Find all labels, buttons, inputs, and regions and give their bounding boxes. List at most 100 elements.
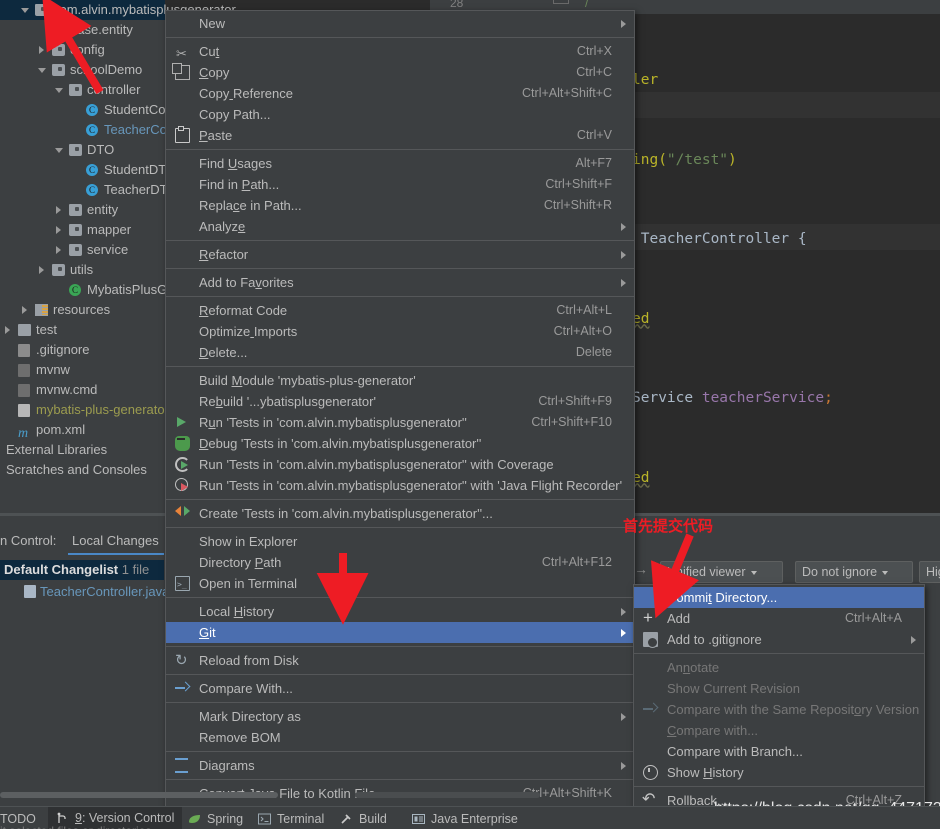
chevron-down-icon[interactable] [38, 68, 46, 73]
menu-item-directory-path[interactable]: Directory Path Ctrl+Alt+F12 [166, 552, 634, 573]
viewer-mode-dropdown[interactable]: Unified viewer [660, 561, 783, 583]
tree-node[interactable]: C TeacherDTO [0, 180, 177, 200]
chevron-right-icon[interactable] [56, 226, 61, 234]
menu-item-remove-bom[interactable]: Remove BOM [166, 727, 634, 748]
tool-window-button-terminal[interactable]: Terminal [258, 810, 324, 828]
tree-node[interactable]: mapper [0, 220, 165, 240]
project-tool-window[interactable]: com.alvin.mybatisplusgenerator base.entit… [0, 0, 279, 513]
menu-item-build-module-mybatis-plus-generator[interactable]: Build Module 'mybatis-plus-generator' [166, 370, 634, 391]
menu-item-local-history[interactable]: Local History [166, 601, 634, 622]
menu-item-compare-with[interactable]: Compare With... [166, 678, 634, 699]
tree-node[interactable]: C TeacherController [0, 120, 207, 140]
menu-item-run-tests-in-com-alvin-mybatisplusgenera[interactable]: Run 'Tests in 'com.alvin.mybatisplusgene… [166, 454, 634, 475]
menu-item-show-history[interactable]: Show History [634, 762, 924, 783]
chevron-down-icon[interactable] [21, 8, 29, 13]
menu-item-copy[interactable]: Copy Ctrl+C [166, 62, 634, 83]
chevron-down-icon[interactable] [55, 148, 63, 153]
menu-item-run-tests-in-com-alvin-mybatisplusgenera[interactable]: Run 'Tests in 'com.alvin.mybatisplusgene… [166, 475, 634, 496]
tree-node[interactable]: CMybatisPlusGeneratorApplication [0, 280, 279, 300]
brace-matcher-icon [553, 0, 569, 4]
menu-item-git[interactable]: Git [166, 622, 634, 643]
menu-item-reformat-code[interactable]: Reformat Code Ctrl+Alt+L [166, 300, 634, 321]
tree-node[interactable]: mvnw [0, 360, 165, 380]
project-context-menu[interactable]: New Cut Ctrl+X Copy Ctrl+C Copy Reference Ctrl… [165, 10, 635, 829]
submenu-arrow-icon [911, 636, 916, 644]
tree-node[interactable]: schoolDemo [0, 60, 165, 80]
menu-item-commit-directory[interactable]: Commit Directory... [634, 587, 924, 608]
menu-item-paste[interactable]: Paste Ctrl+V [166, 125, 634, 146]
tab-local-changes[interactable]: Local Changes [72, 533, 159, 548]
menu-item-optimize-imports[interactable]: Optimize Imports Ctrl+Alt+O [166, 321, 634, 342]
tree-node[interactable]: resources [0, 300, 165, 320]
tree-node[interactable]: controller [0, 80, 165, 100]
menu-item-compare-with-branch[interactable]: Compare with Branch... [634, 741, 924, 762]
tree-node[interactable]: C StudentController [0, 100, 205, 120]
changelist-row[interactable]: Default Changelist 1 file [0, 560, 164, 580]
menu-item-label: New [199, 16, 226, 31]
ignore-mode-dropdown[interactable]: Do not ignore [795, 561, 913, 583]
horizontal-scrollbar-track[interactable] [355, 792, 540, 798]
tool-window-button-java-enterprise[interactable]: Java Enterprise [412, 810, 518, 828]
menu-separator [634, 786, 924, 787]
menu-item-create-tests-in-com-alvin-mybatisplusgen[interactable]: Create 'Tests in 'com.alvin.mybatisplusg… [166, 503, 634, 524]
chevron-right-icon[interactable] [39, 46, 44, 54]
chevron-right-icon[interactable] [5, 326, 10, 334]
menu-item-add-to-favorites[interactable]: Add to Favorites [166, 272, 634, 293]
submenu-arrow-icon [621, 20, 626, 28]
git-submenu[interactable]: Commit Directory... Add Ctrl+Alt+A Add to .… [633, 584, 925, 829]
tree-node[interactable]: mybatis-plus-generator.iml [0, 400, 188, 420]
next-change-icon[interactable]: → [634, 561, 648, 577]
menu-item-add[interactable]: Add Ctrl+Alt+A [634, 607, 924, 629]
menu-item-label: Run 'Tests in 'com.alvin.mybatisplusgene… [199, 415, 467, 430]
menu-item-replace-in-path[interactable]: Replace in Path... Ctrl+Shift+R [166, 195, 634, 216]
menu-item-cut[interactable]: Cut Ctrl+X [166, 41, 634, 64]
tree-node[interactable]: Scratches and Consoles [0, 460, 165, 480]
tree-node[interactable]: base.entity [0, 20, 165, 40]
menu-item-analyze[interactable]: Analyze [166, 216, 634, 237]
tree-node[interactable]: test [0, 320, 165, 340]
menu-item-copy-reference[interactable]: Copy Reference Ctrl+Alt+Shift+C [166, 83, 634, 104]
menu-item-reload-from-disk[interactable]: Reload from Disk [166, 650, 634, 671]
horizontal-scrollbar-thumb[interactable] [0, 792, 278, 798]
tree-node[interactable]: utils [0, 260, 165, 280]
tree-node[interactable]: .gitignore [0, 340, 165, 360]
tool-window-button-spring[interactable]: Spring [188, 810, 243, 828]
menu-item-open-in-terminal[interactable]: Open in Terminal [166, 573, 634, 595]
menu-item-rebuild-ybatisplusgenerator[interactable]: Rebuild '...ybatisplusgenerator' Ctrl+Shi… [166, 391, 634, 412]
tree-node[interactable]: External Libraries [0, 440, 165, 460]
menu-item-delete[interactable]: Delete... Delete [166, 342, 634, 363]
tree-node[interactable]: m pom.xml [0, 420, 165, 441]
tree-node[interactable]: entity [0, 200, 165, 220]
menu-item-find-usages[interactable]: Find Usages Alt+F7 [166, 153, 634, 174]
menu-item-copy-path[interactable]: Copy Path... [166, 104, 634, 125]
menu-item-mark-directory-as[interactable]: Mark Directory as [166, 706, 634, 727]
changed-file-row[interactable]: TeacherController.java [0, 582, 169, 602]
tree-node[interactable]: DTO [0, 140, 165, 160]
menu-item-refactor[interactable]: Refactor [166, 244, 634, 265]
menu-item-diagrams[interactable]: Diagrams [166, 755, 634, 776]
menu-item-add-to-gitignore[interactable]: Add to .gitignore [634, 629, 924, 650]
chevron-right-icon[interactable] [22, 306, 27, 314]
menu-item-label: Run 'Tests in 'com.alvin.mybatisplusgene… [199, 457, 554, 472]
chevron-right-icon[interactable] [39, 266, 44, 274]
menu-item-shortcut: Ctrl+X [576, 44, 612, 58]
tree-node[interactable]: com.alvin.mybatisplusgenerator [0, 0, 236, 20]
chevron-right-icon[interactable] [56, 246, 61, 254]
tree-node[interactable]: service [0, 240, 165, 260]
menu-item-new[interactable]: New [166, 13, 634, 34]
tree-node[interactable]: C StudentDTO [0, 160, 176, 180]
chevron-right-icon[interactable] [56, 206, 61, 214]
tool-window-button-label: Java Enterprise [431, 812, 518, 826]
chevron-down-icon[interactable] [55, 88, 63, 93]
menu-item-run-tests-in-com-alvin-mybatisplusgenera[interactable]: Run 'Tests in 'com.alvin.mybatisplusgene… [166, 412, 634, 433]
tree-node[interactable]: config [0, 40, 165, 60]
tree-node[interactable]: mvnw.cmd [0, 380, 165, 400]
menu-item-shortcut: Ctrl+Shift+F9 [538, 394, 612, 408]
menu-item-debug-tests-in-com-alvin-mybatisplusgene[interactable]: Debug 'Tests in 'com.alvin.mybatisplusge… [166, 433, 634, 454]
menu-item-find-in-path[interactable]: Find in Path... Ctrl+Shift+F [166, 174, 634, 195]
tool-window-button-build[interactable]: Build [340, 810, 387, 828]
highlight-mode-dropdown[interactable]: Hig [919, 561, 940, 583]
menu-item-show-in-explorer[interactable]: Show in Explorer [166, 531, 634, 552]
copy-icon [172, 63, 190, 80]
menu-item-shortcut: Ctrl+Alt+Shift+C [522, 86, 612, 100]
